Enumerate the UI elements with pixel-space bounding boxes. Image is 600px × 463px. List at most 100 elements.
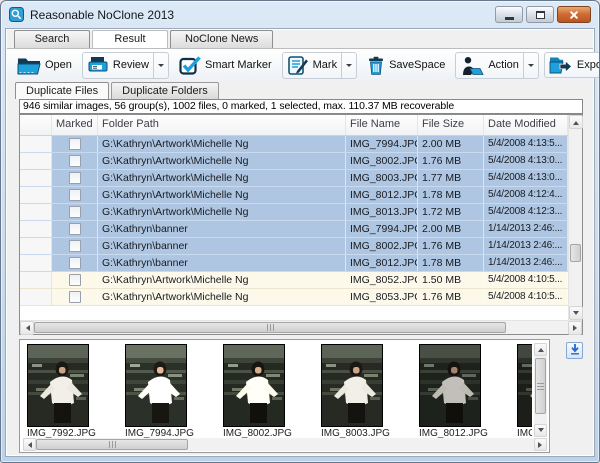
chevron-down-icon xyxy=(158,64,164,70)
window-controls xyxy=(495,6,591,23)
open-button[interactable]: Open xyxy=(12,52,77,79)
app-icon xyxy=(9,7,24,22)
thumbnail-vertical-scrollbar[interactable] xyxy=(534,343,547,437)
action-dropdown[interactable] xyxy=(523,53,538,78)
file-size-cell: 1.76 MB xyxy=(418,153,484,169)
folder-path-cell: G:\Kathryn\Artwork\Michelle Ng xyxy=(98,204,346,220)
action-person-icon xyxy=(460,56,484,75)
scroll-up-arrow[interactable] xyxy=(569,115,583,129)
thumbnail-item[interactable]: IMG xyxy=(517,344,532,438)
tab-noclone-news[interactable]: NoClone News xyxy=(170,30,273,48)
vertical-scroll-thumb[interactable] xyxy=(535,358,546,414)
savespace-button[interactable]: SaveSpace xyxy=(362,52,450,79)
thumbnail-image xyxy=(27,344,89,427)
marked-checkbox[interactable] xyxy=(69,155,81,167)
table-row[interactable]: G:\Kathryn\banner IMG_7994.JPG 2.00 MB 1… xyxy=(20,221,568,238)
marked-checkbox[interactable] xyxy=(69,240,81,252)
savespace-label: SaveSpace xyxy=(389,59,445,71)
folder-path-cell: G:\Kathryn\Artwork\Michelle Ng xyxy=(98,153,346,169)
column-header-file-name[interactable]: File Name xyxy=(346,115,418,135)
table-row[interactable]: G:\Kathryn\banner IMG_8012.JPG 1.78 MB 1… xyxy=(20,255,568,272)
action-button[interactable]: Action xyxy=(456,53,523,78)
mark-dropdown[interactable] xyxy=(341,53,356,78)
thumbnail-item[interactable]: IMG_8002.JPG xyxy=(223,344,287,438)
table-row[interactable]: G:\Kathryn\Artwork\Michelle Ng IMG_8013.… xyxy=(20,204,568,221)
thumbnail-panel: IMG_7992.JPG IMG_7994.JPG IMG_8002.JPG I… xyxy=(19,339,550,453)
smart-marker-label: Smart Marker xyxy=(205,59,272,71)
export-button[interactable]: Export xyxy=(545,53,600,77)
scroll-up-arrow[interactable] xyxy=(534,343,547,356)
table-horizontal-scrollbar[interactable] xyxy=(20,320,582,334)
file-name-cell: IMG_8052.JPG xyxy=(346,272,418,288)
scroll-right-arrow[interactable] xyxy=(534,438,547,451)
table-row[interactable]: G:\Kathryn\Artwork\Michelle Ng IMG_8052.… xyxy=(20,272,568,289)
marked-checkbox[interactable] xyxy=(69,206,81,218)
thumbnail-strip: IMG_7992.JPG IMG_7994.JPG IMG_8002.JPG I… xyxy=(27,344,532,438)
scroll-right-arrow[interactable] xyxy=(568,321,582,335)
subtab-duplicate-files[interactable]: Duplicate Files xyxy=(15,82,109,99)
scroll-down-arrow[interactable] xyxy=(569,306,583,320)
column-header-folder-path[interactable]: Folder Path xyxy=(98,115,346,135)
scroll-down-arrow[interactable] xyxy=(534,424,547,437)
tab-result[interactable]: Result xyxy=(92,30,168,48)
action-label: Action xyxy=(488,59,519,71)
minimize-button[interactable] xyxy=(495,6,523,23)
mark-split-button: Mark xyxy=(282,52,357,79)
mark-button[interactable]: Mark xyxy=(283,53,341,78)
thumbnail-horizontal-scrollbar[interactable] xyxy=(23,438,547,451)
column-header-date-modified[interactable]: Date Modified xyxy=(484,115,568,135)
thumbnail-item[interactable]: IMG_7994.JPG xyxy=(125,344,189,438)
thumbnail-item[interactable]: IMG_8012.JPG xyxy=(419,344,483,438)
smart-marker-button[interactable]: Smart Marker xyxy=(174,52,277,79)
marked-checkbox[interactable] xyxy=(69,138,81,150)
thumbnail-item[interactable]: IMG_7992.JPG xyxy=(27,344,91,438)
marked-checkbox[interactable] xyxy=(69,172,81,184)
folder-path-cell: G:\Kathryn\Artwork\Michelle Ng xyxy=(98,170,346,186)
horizontal-scroll-thumb[interactable] xyxy=(36,439,188,450)
window-title: Reasonable NoClone 2013 xyxy=(30,8,174,22)
file-size-cell: 1.72 MB xyxy=(418,204,484,220)
marked-checkbox[interactable] xyxy=(69,189,81,201)
table-row[interactable]: G:\Kathryn\Artwork\Michelle Ng IMG_7994.… xyxy=(20,136,568,153)
file-size-cell: 1.76 MB xyxy=(418,289,484,305)
thumbnail-export-button[interactable] xyxy=(566,342,583,359)
thumbnail-label: IMG_7992.JPG xyxy=(27,428,91,438)
date-modified-cell: 1/14/2013 2:46:... xyxy=(484,255,568,271)
marked-checkbox[interactable] xyxy=(69,257,81,269)
table-row[interactable]: G:\Kathryn\Artwork\Michelle Ng IMG_8003.… xyxy=(20,170,568,187)
review-button[interactable]: Review xyxy=(83,53,153,78)
column-header-file-size[interactable]: File Size xyxy=(418,115,484,135)
date-modified-cell: 5/4/2008 4:10:5... xyxy=(484,272,568,288)
marked-checkbox[interactable] xyxy=(69,223,81,235)
horizontal-scroll-thumb[interactable] xyxy=(34,322,506,333)
table-row[interactable]: G:\Kathryn\Artwork\Michelle Ng IMG_8053.… xyxy=(20,289,568,306)
table-row[interactable]: G:\Kathryn\Artwork\Michelle Ng IMG_8002.… xyxy=(20,153,568,170)
close-button[interactable] xyxy=(557,6,591,23)
table-row[interactable]: G:\Kathryn\Artwork\Michelle Ng IMG_8012.… xyxy=(20,187,568,204)
tab-search[interactable]: Search xyxy=(14,30,90,48)
folder-path-cell: G:\Kathryn\banner xyxy=(98,238,346,254)
scroll-left-arrow[interactable] xyxy=(23,438,36,451)
thumbnail-item[interactable]: IMG_8003.JPG xyxy=(321,344,385,438)
export-split-button: Export xyxy=(544,52,600,78)
column-header-marked[interactable]: Marked xyxy=(52,115,98,135)
chevron-down-icon xyxy=(528,64,534,70)
table-row[interactable]: G:\Kathryn\banner IMG_8002.JPG 1.76 MB 1… xyxy=(20,238,568,255)
chevron-down-icon xyxy=(346,64,352,70)
vertical-scroll-thumb[interactable] xyxy=(570,244,581,262)
table-vertical-scrollbar[interactable] xyxy=(568,115,582,320)
thumbnail-label: IMG_8012.JPG xyxy=(419,428,483,438)
subtab-duplicate-folders[interactable]: Duplicate Folders xyxy=(111,82,219,99)
marked-checkbox[interactable] xyxy=(69,291,81,303)
result-summary: 946 similar images, 56 group(s), 1002 fi… xyxy=(19,99,583,114)
thumbnail-image xyxy=(223,344,285,427)
file-name-cell: IMG_8002.JPG xyxy=(346,153,418,169)
folder-path-cell: G:\Kathryn\Artwork\Michelle Ng xyxy=(98,289,346,305)
review-dropdown[interactable] xyxy=(153,53,168,78)
scroll-left-arrow[interactable] xyxy=(20,321,34,335)
marked-checkbox[interactable] xyxy=(69,274,81,286)
folder-path-cell: G:\Kathryn\Artwork\Michelle Ng xyxy=(98,272,346,288)
export-label: Export xyxy=(577,59,600,71)
app-window: Reasonable NoClone 2013 Search Result No… xyxy=(0,0,600,463)
maximize-button[interactable] xyxy=(526,6,554,23)
